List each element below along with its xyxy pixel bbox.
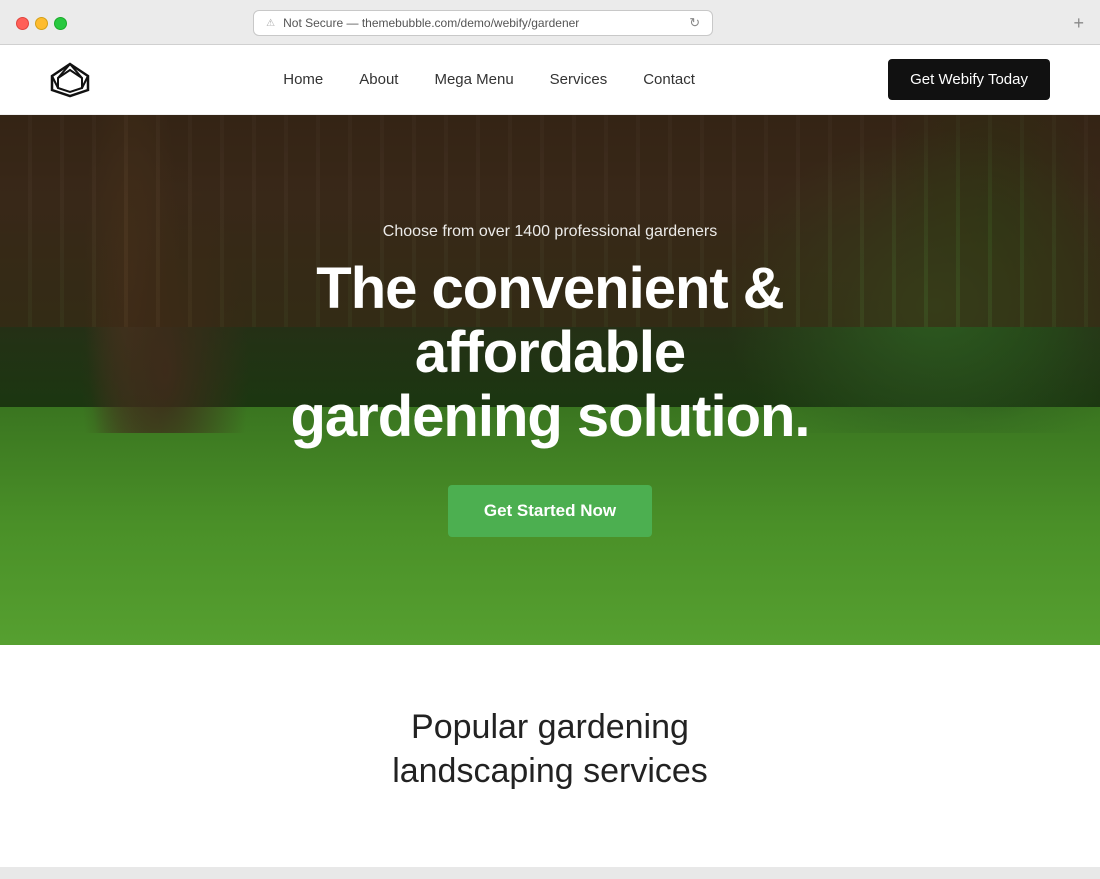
browser-chrome: ⚠ Not Secure — themebubble.com/demo/webi… (0, 0, 1100, 45)
below-fold-title-line1: Popular gardening (411, 708, 689, 746)
nav-link-about[interactable]: About (359, 71, 398, 88)
traffic-lights (16, 17, 67, 30)
logo[interactable] (50, 62, 90, 98)
below-fold-title: Popular gardening landscaping services (20, 705, 1080, 793)
nav-link-mega-menu[interactable]: Mega Menu (434, 71, 513, 88)
nav-item-about[interactable]: About (359, 71, 398, 89)
below-fold-section: Popular gardening landscaping services (0, 645, 1100, 833)
nav-item-services[interactable]: Services (550, 71, 608, 89)
website-content: Home About Mega Menu Services Contact Ge… (0, 45, 1100, 867)
address-bar[interactable]: ⚠ Not Secure — themebubble.com/demo/webi… (253, 10, 713, 36)
close-button[interactable] (16, 17, 29, 30)
below-fold-title-line2: landscaping services (392, 752, 708, 790)
nav-item-home[interactable]: Home (283, 71, 323, 89)
navbar: Home About Mega Menu Services Contact Ge… (0, 45, 1100, 115)
refresh-icon[interactable]: ↻ (689, 15, 700, 31)
nav-item-mega-menu[interactable]: Mega Menu (434, 71, 513, 89)
not-secure-icon: ⚠ (266, 18, 275, 29)
hero-section: Choose from over 1400 professional garde… (0, 115, 1100, 645)
hero-title: The convenient & affordable gardening so… (220, 257, 880, 448)
nav-item-contact[interactable]: Contact (643, 71, 695, 89)
nav-link-services[interactable]: Services (550, 71, 608, 88)
hero-title-line1: The convenient & affordable (316, 256, 783, 385)
hero-subtitle: Choose from over 1400 professional garde… (220, 223, 880, 241)
nav-link-home[interactable]: Home (283, 71, 323, 88)
new-tab-button[interactable]: + (1073, 14, 1084, 32)
maximize-button[interactable] (54, 17, 67, 30)
nav-cta-button[interactable]: Get Webify Today (888, 59, 1050, 100)
hero-cta-button[interactable]: Get Started Now (448, 485, 652, 537)
hero-content: Choose from over 1400 professional garde… (200, 223, 900, 536)
logo-icon (50, 62, 90, 98)
hero-title-line2: gardening solution. (290, 384, 809, 449)
minimize-button[interactable] (35, 17, 48, 30)
nav-link-contact[interactable]: Contact (643, 71, 695, 88)
nav-links: Home About Mega Menu Services Contact (283, 71, 695, 89)
url-text: Not Secure — themebubble.com/demo/webify… (283, 16, 579, 30)
